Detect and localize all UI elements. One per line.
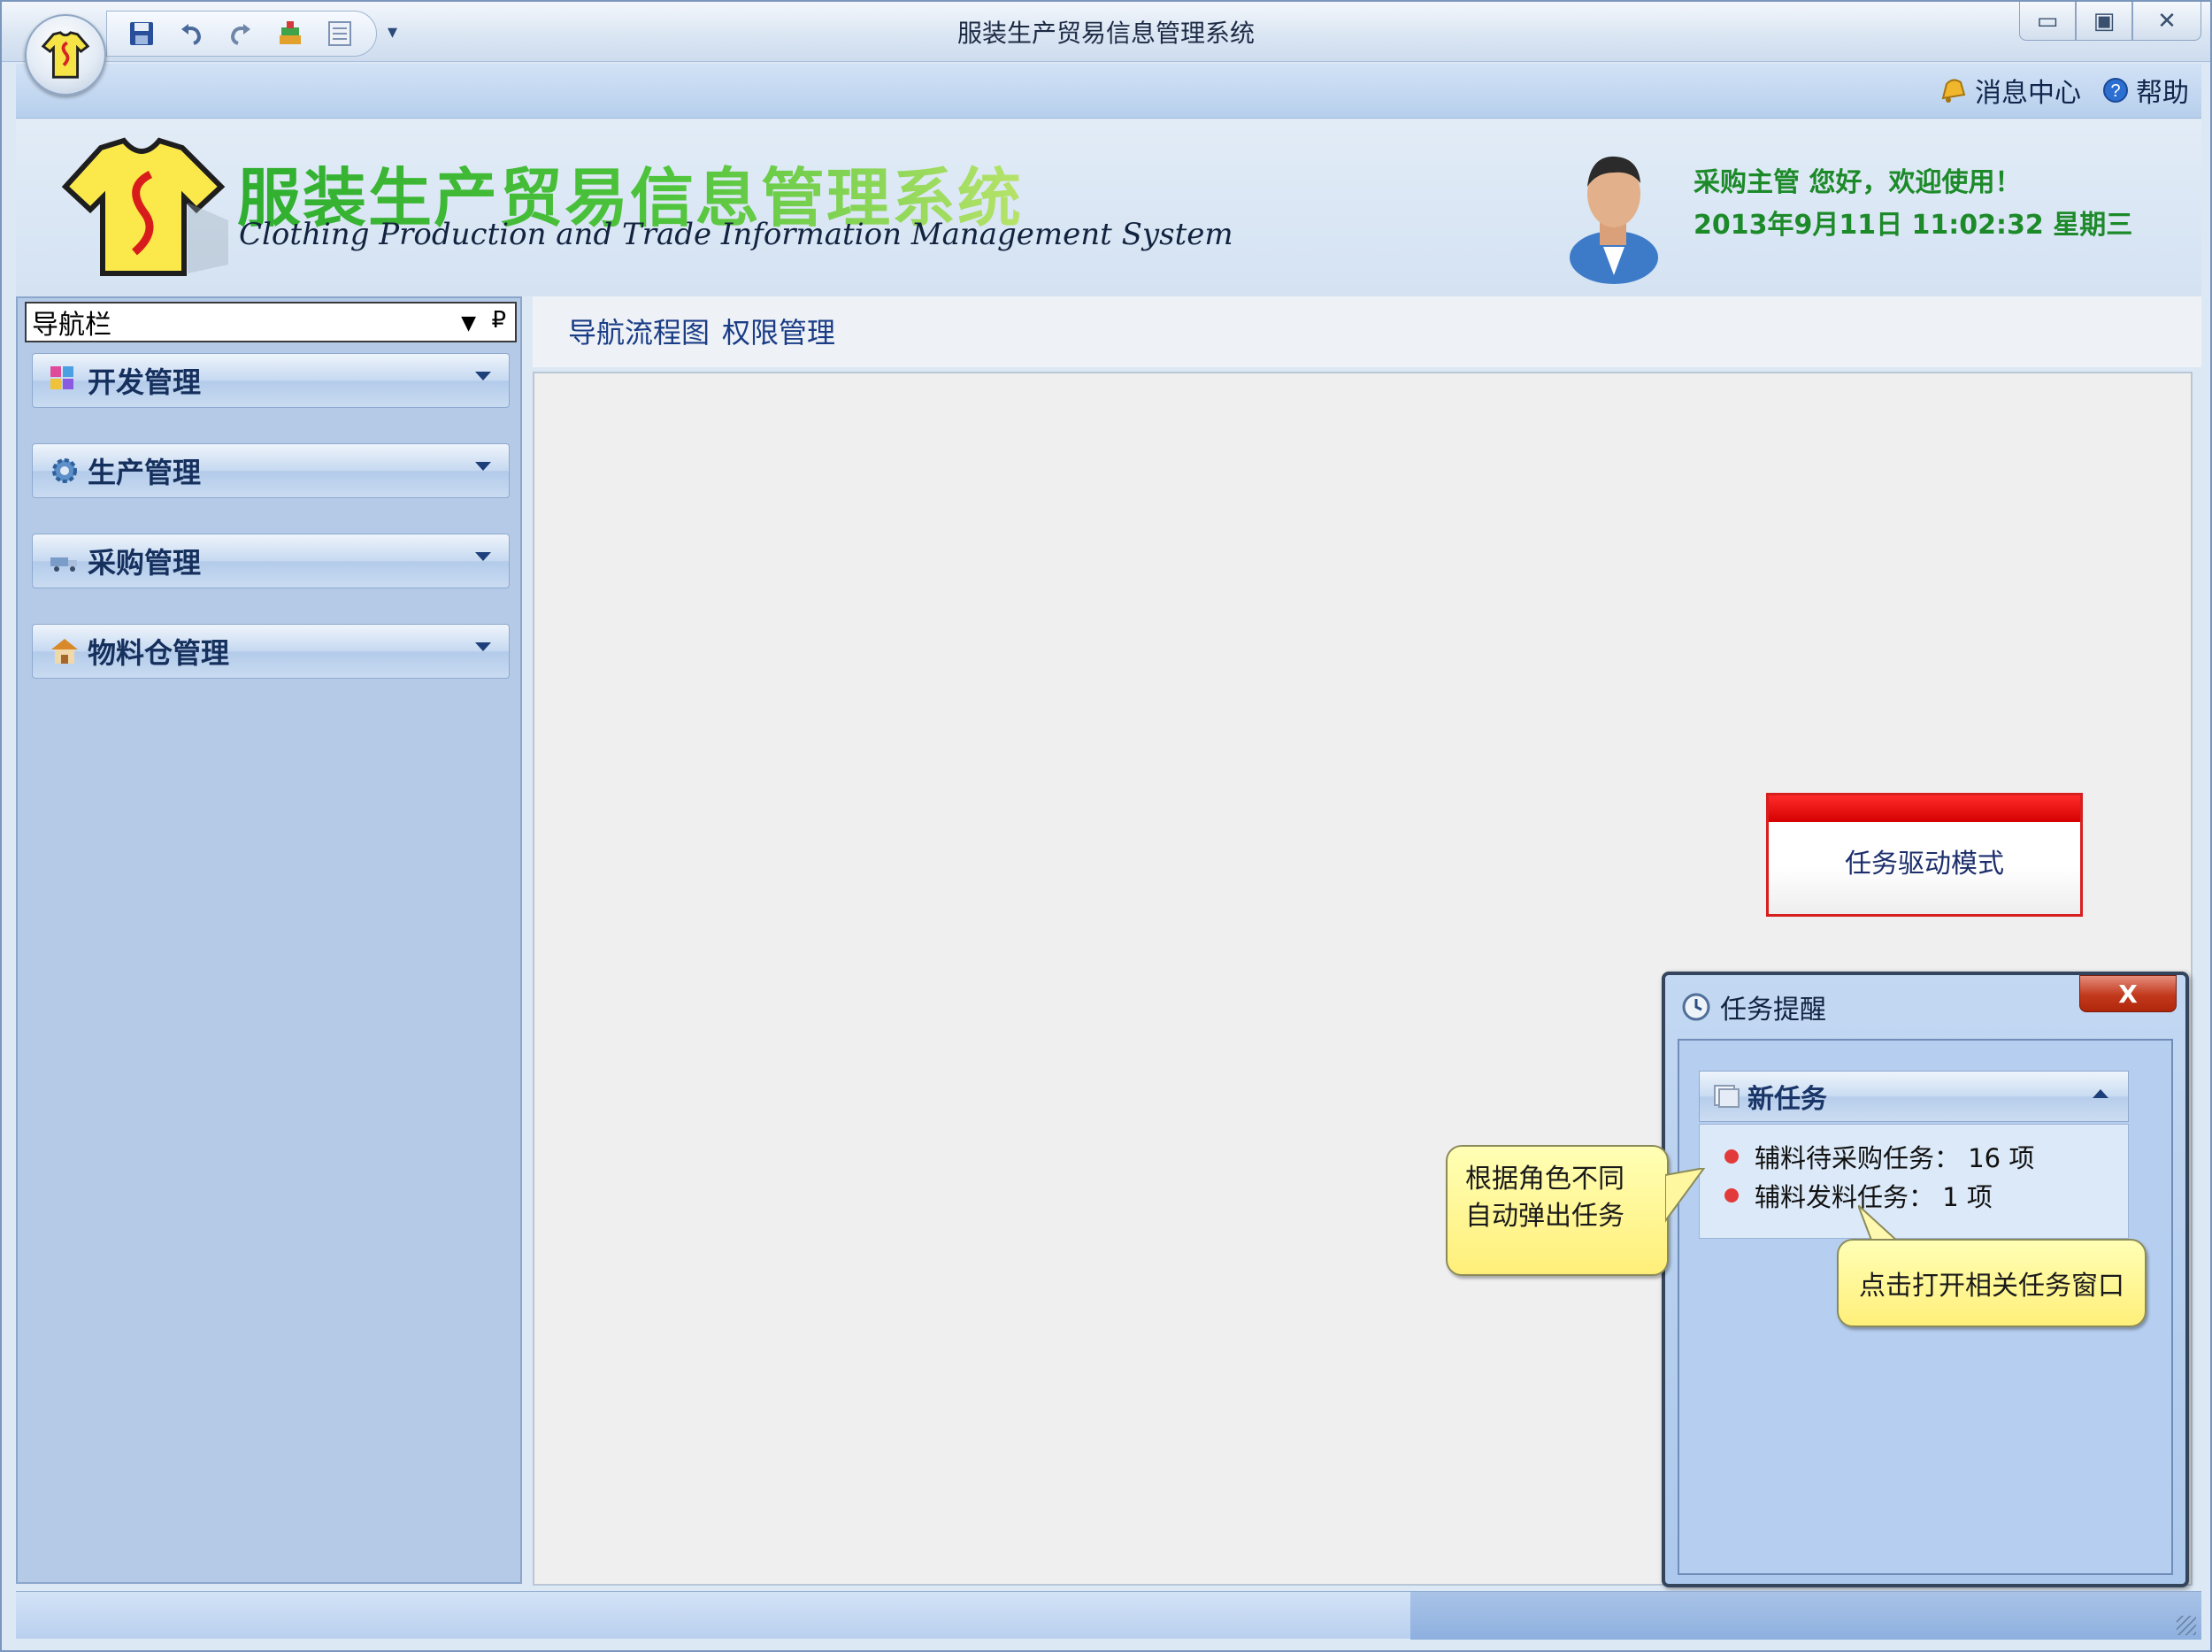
task-item-accessory-purchase[interactable]: 辅料待采购任务： 16 项 xyxy=(1724,1137,2128,1176)
new-task-list: 辅料待采购任务： 16 项 辅料发料任务： 1 项 xyxy=(1699,1124,2129,1239)
pin-icon[interactable]: ₽ xyxy=(491,307,506,334)
palette-icon xyxy=(50,366,73,389)
sidebar-item-label: 开发管理 xyxy=(88,365,202,399)
greeting-text: 采购主管 您好，欢迎使用！ xyxy=(1694,167,2022,198)
sidebar-item-label: 生产管理 xyxy=(88,456,202,489)
chevron-down-icon xyxy=(475,552,491,561)
status-bar xyxy=(16,1591,2201,1640)
callout-line: 根据角色不同 xyxy=(1465,1164,1624,1195)
truck-icon xyxy=(50,557,77,572)
resize-grip-icon[interactable] xyxy=(2177,1616,2196,1635)
chevron-down-icon xyxy=(475,462,491,471)
menu-strip: 消息中心 ? 帮助 xyxy=(16,64,2201,119)
help-link[interactable]: ? 帮助 xyxy=(2102,71,2189,110)
help-label: 帮助 xyxy=(2136,78,2189,109)
sidebar-item-purchasing[interactable]: 采购管理 xyxy=(32,534,510,588)
shirt-logo-icon xyxy=(41,31,90,79)
callout-role-popup: 根据角色不同 自动弹出任务 xyxy=(1446,1145,1669,1276)
chevron-up-icon xyxy=(2093,1089,2108,1098)
chevron-down-icon xyxy=(475,372,491,380)
menu-right-group: 消息中心 ? 帮助 xyxy=(1938,71,2189,110)
window-controls: ▭ ▣ ✕ xyxy=(2019,2,2201,41)
task-mode-header-bar xyxy=(1769,795,2080,822)
sidebar-header-label: 导航栏 xyxy=(32,310,111,341)
title-bar: ▾ 服装生产贸易信息管理系统 ▭ ▣ ✕ xyxy=(2,2,2210,62)
app-window: ▾ 服装生产贸易信息管理系统 ▭ ▣ ✕ 消息中心 ? 帮助 服装生产贸易信息管… xyxy=(0,0,2212,1652)
user-avatar-icon xyxy=(1570,156,1658,284)
svg-text:?: ? xyxy=(2110,81,2120,101)
sidebar-item-label: 采购管理 xyxy=(88,546,202,580)
popup-title: 任务提醒 xyxy=(1720,995,1826,1026)
clock-icon xyxy=(1682,993,1710,1021)
app-menu-button[interactable] xyxy=(25,14,106,96)
bell-icon xyxy=(1941,79,1966,103)
new-task-section-title: 新任务 xyxy=(1747,1084,1827,1115)
header-banner: 服装生产贸易信息管理系统 Clothing Production and Tra… xyxy=(16,119,2201,296)
chevron-down-icon xyxy=(475,642,491,651)
warehouse-icon xyxy=(51,639,78,664)
minimize-icon[interactable]: ▭ xyxy=(2019,2,2076,41)
task-item-accessory-issue[interactable]: 辅料发料任务： 1 项 xyxy=(1724,1176,2128,1215)
popup-close-button[interactable]: X xyxy=(2079,975,2177,1012)
callout-line: 自动弹出任务 xyxy=(1465,1201,1624,1232)
shirt-logo-icon xyxy=(61,137,228,276)
status-bar-right-panel xyxy=(1410,1592,2201,1640)
sidebar-item-development[interactable]: 开发管理 xyxy=(32,353,510,408)
new-task-section-header[interactable]: 新任务 xyxy=(1699,1071,2129,1122)
window-title: 服装生产贸易信息管理系统 xyxy=(956,19,1255,48)
main-tab-strip: 导航流程图 权限管理 xyxy=(533,296,2201,367)
close-icon[interactable]: ✕ xyxy=(2132,2,2201,41)
navigation-sidebar: 导航栏 ▼ ₽ 开发管理 生产管理 采购管理 物料仓管理 xyxy=(16,296,522,1584)
help-icon: ? xyxy=(2103,78,2128,103)
task-item-label: 辅料待采购任务： 16 项 xyxy=(1755,1143,2035,1173)
callout-tail xyxy=(1665,1168,1706,1223)
popup-title-bar: 任务提醒 xyxy=(1681,987,1826,1026)
task-driven-mode-button[interactable]: 任务驱动模式 xyxy=(1766,793,2083,917)
sidebar-item-label: 物料仓管理 xyxy=(88,636,230,670)
sidebar-item-warehouse[interactable]: 物料仓管理 xyxy=(32,624,510,679)
maximize-icon[interactable]: ▣ xyxy=(2076,2,2132,41)
task-mode-label: 任务驱动模式 xyxy=(1845,849,2004,880)
task-list-icon xyxy=(1714,1085,1740,1108)
datetime-text: 2013年9月11日 11:02:32 星期三 xyxy=(1694,210,2133,241)
tab-navigation-flowchart[interactable]: 导航流程图 xyxy=(568,311,710,351)
greeting-block: 采购主管 您好，欢迎使用！ 2013年9月11日 11:02:32 星期三 xyxy=(1694,162,2132,247)
sidebar-item-production[interactable]: 生产管理 xyxy=(32,443,510,498)
bullet-icon xyxy=(1724,1149,1739,1164)
tab-permission-management[interactable]: 权限管理 xyxy=(722,311,835,351)
gear-icon xyxy=(52,458,77,483)
message-center-label: 消息中心 xyxy=(1975,78,2081,109)
chevron-down-icon[interactable]: ▼ xyxy=(461,312,476,334)
callout-click-open: 点击打开相关任务窗口 xyxy=(1837,1239,2147,1327)
bullet-icon xyxy=(1724,1188,1739,1203)
app-title-english: Clothing Production and Trade Informatio… xyxy=(239,217,1233,252)
message-center-link[interactable]: 消息中心 xyxy=(1938,71,2081,110)
sidebar-header[interactable]: 导航栏 ▼ ₽ xyxy=(25,302,517,342)
